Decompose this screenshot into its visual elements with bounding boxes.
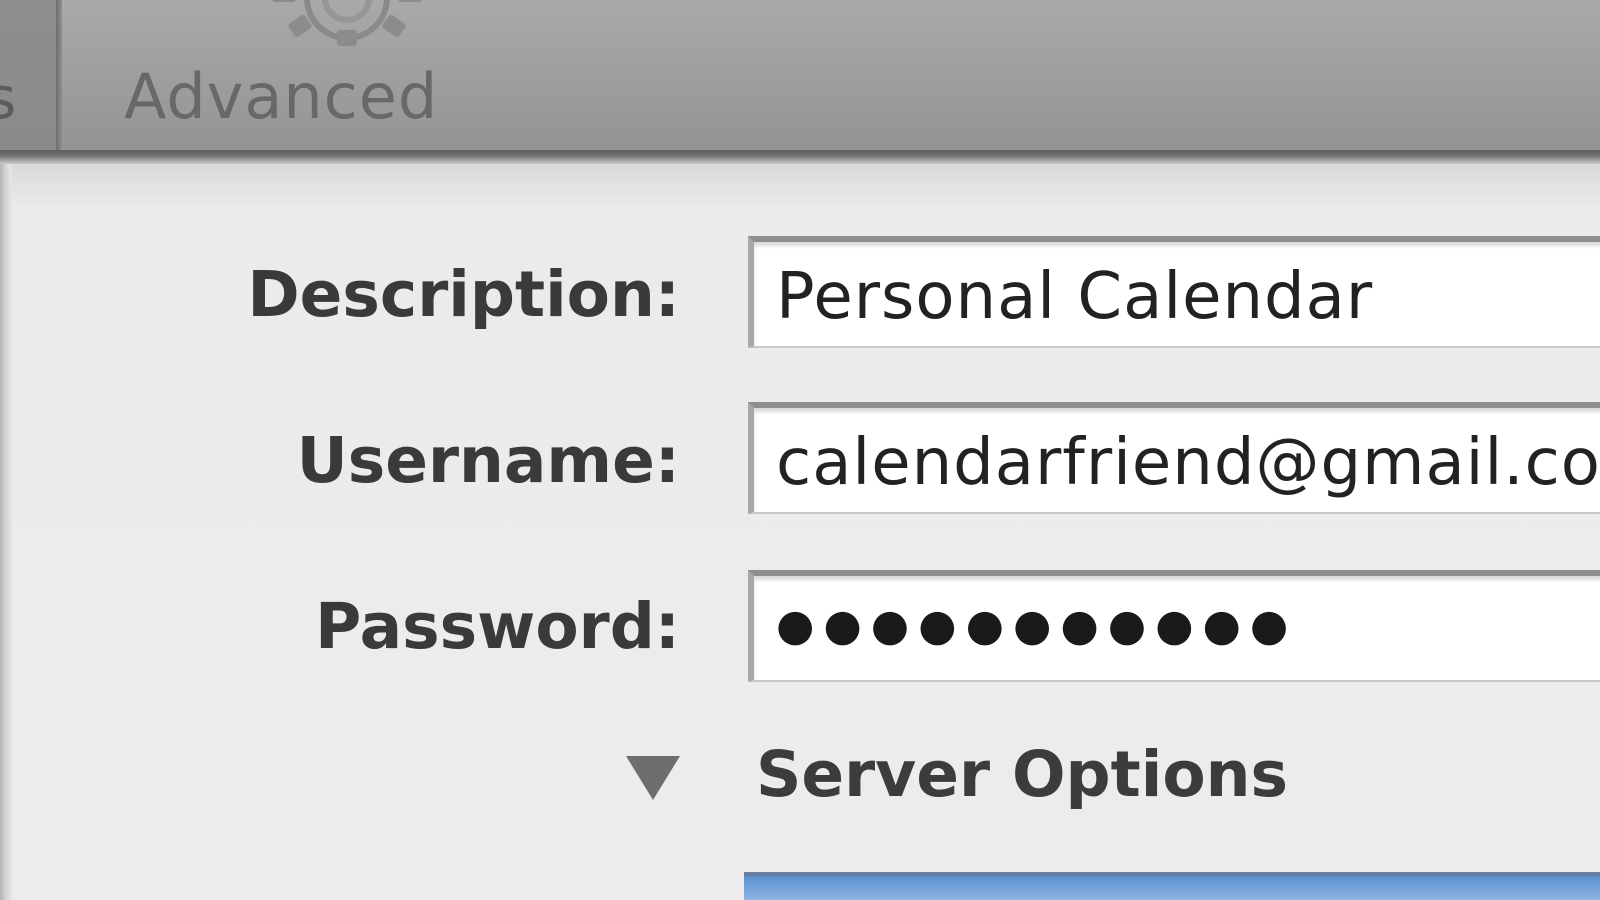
description-value: Personal Calendar xyxy=(776,260,1374,334)
disclosure-triangle-down-icon[interactable] xyxy=(624,752,682,802)
toolbar-item-advanced[interactable]: Advanced xyxy=(62,0,512,156)
server-options-label[interactable]: Server Options xyxy=(756,738,1288,811)
password-value: ●●●●●●●●●●● xyxy=(776,600,1298,651)
username-label: Username: xyxy=(296,424,680,497)
gear-icon xyxy=(272,0,422,46)
next-field-top-edge[interactable] xyxy=(744,872,1600,900)
toolbar-bottom-edge xyxy=(0,150,1600,164)
preferences-toolbar: s Advanced xyxy=(0,0,1600,156)
username-value: calendarfriend@gmail.co xyxy=(776,426,1600,500)
password-label: Password: xyxy=(315,590,680,663)
password-field[interactable]: ●●●●●●●●●●● xyxy=(748,570,1600,682)
toolbar-item-advanced-label: Advanced xyxy=(124,60,439,133)
toolbar-item-previous-label: s xyxy=(0,64,17,132)
panel-left-edge xyxy=(0,164,12,900)
description-field[interactable]: Personal Calendar xyxy=(748,236,1600,348)
toolbar-item-previous[interactable]: s xyxy=(0,0,56,156)
username-field[interactable]: calendarfriend@gmail.co xyxy=(748,402,1600,514)
description-label: Description: xyxy=(247,258,680,331)
